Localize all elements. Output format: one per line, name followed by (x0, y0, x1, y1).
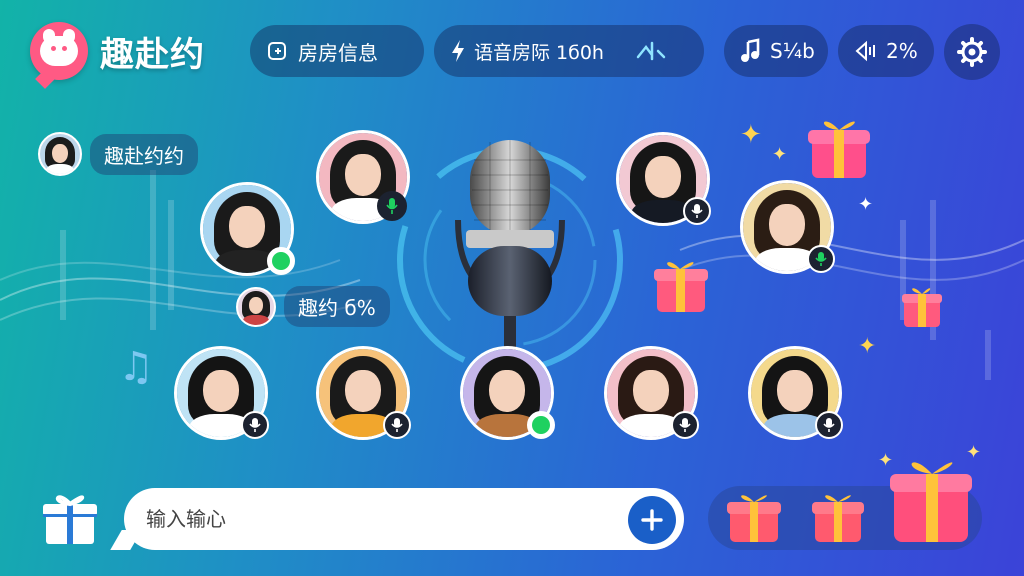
seat-6[interactable] (316, 346, 411, 440)
seat-3[interactable] (616, 132, 711, 226)
message-input[interactable] (146, 507, 606, 531)
sparkle-icon: ✦ (858, 334, 877, 359)
seat-5[interactable] (174, 346, 269, 440)
music-note-icon (741, 38, 760, 62)
svg-text:♫: ♫ (118, 344, 154, 390)
mic-icon (383, 411, 411, 439)
sparkle-icon: ✦ (772, 144, 788, 165)
signal-icon (855, 40, 875, 62)
signal-button[interactable]: 2% (838, 25, 934, 77)
seat-8[interactable] (604, 346, 699, 440)
voice-room-label: 语音房际 1б0h (474, 41, 604, 64)
seat-4[interactable] (740, 180, 835, 274)
chat-bubble-text: 趣赴约约 (90, 133, 198, 175)
room-info-button[interactable]: 房房信息 (250, 25, 424, 77)
gear-icon (957, 37, 987, 67)
mic-icon (815, 411, 843, 439)
seat-7[interactable] (460, 346, 555, 440)
mic-icon (683, 197, 711, 225)
gift-icon (902, 288, 942, 327)
plus-icon (641, 509, 663, 531)
music-label: S¼b (770, 39, 815, 63)
seat-2[interactable] (200, 182, 295, 276)
gift-option-2[interactable] (810, 488, 866, 546)
gift-button[interactable] (40, 488, 100, 548)
seat-1[interactable] (316, 130, 410, 224)
music-button[interactable]: S¼b (724, 25, 828, 77)
app-logo-icon (30, 22, 88, 89)
speaking-indicator (267, 247, 295, 275)
chat-message-2: 趣约 б% (236, 286, 390, 327)
room-info-label: 房房信息 (298, 40, 378, 65)
app-logo: 趣赴约 (30, 22, 205, 89)
gift-icon (808, 121, 870, 178)
chat-bubble-text: 趣约 б% (284, 286, 390, 327)
gift-option-1[interactable] (724, 488, 784, 546)
mic-icon (377, 191, 407, 221)
add-button[interactable] (628, 496, 676, 544)
sparkle-icon: ✦ (740, 120, 762, 150)
gift-option-3[interactable] (888, 450, 974, 546)
mic-icon (671, 411, 699, 439)
speaking-indicator (527, 411, 555, 439)
avatar[interactable] (236, 286, 276, 327)
seat-9[interactable] (748, 346, 843, 440)
message-input-container (124, 488, 684, 550)
avatar[interactable] (38, 132, 82, 176)
settings-button[interactable] (944, 24, 1000, 80)
sparkle-icon: ✦ (858, 194, 874, 215)
signal-label: 2% (886, 39, 918, 63)
gift-icon (654, 262, 708, 312)
lightning-icon (452, 40, 464, 62)
voice-room-status[interactable]: 语音房际 1б0h (434, 25, 704, 77)
mic-icon (241, 411, 269, 439)
chat-message: 趣赴约约 (38, 132, 198, 176)
mic-icon (807, 245, 835, 273)
app-name: 趣赴约 (100, 34, 205, 75)
audio-level-icon (636, 41, 666, 61)
room-info-icon (268, 42, 286, 60)
